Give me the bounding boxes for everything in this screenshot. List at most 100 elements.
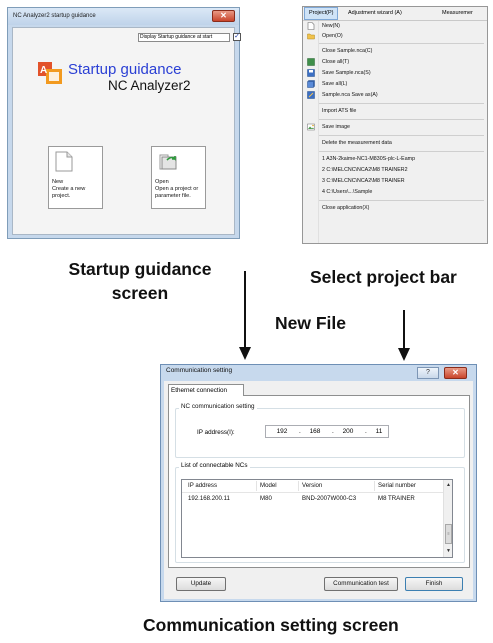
startup-body: Display Startup guidance at start ✓ A St… xyxy=(12,27,241,235)
new-tile-label: New xyxy=(52,179,64,185)
menu-item-delete-measurement[interactable]: Delete the measurement data xyxy=(303,138,487,148)
comm-body: Ethernet connection NC communication set… xyxy=(164,381,473,599)
tab-ethernet-connection[interactable]: Ethernet connection xyxy=(168,384,244,396)
column-version[interactable]: Version xyxy=(302,480,322,492)
menu-item-label: 3 C:\MELCNC\NCA2\M8 TRAINER xyxy=(322,178,405,184)
menu-item-label: Save Sample.nca(S) xyxy=(322,70,371,76)
help-button[interactable]: ? xyxy=(417,367,439,379)
menu-item-save-image[interactable]: Save image xyxy=(303,122,487,132)
cell-ip-address: 192.168.200.11 xyxy=(188,495,230,502)
svg-text:A: A xyxy=(40,65,47,76)
menu-item-label: 4 C:\Users\...\Sample xyxy=(322,189,373,195)
save-icon xyxy=(307,69,315,77)
ip-separator: . xyxy=(299,428,301,435)
caption-new-file: New File xyxy=(275,313,346,333)
menu-item-label: Import ATS file xyxy=(322,108,357,114)
nc-group-label: NC communication setting xyxy=(179,403,257,410)
arrow-down-icon xyxy=(239,271,251,360)
app-logo-icon: A xyxy=(38,62,62,84)
menu-separator xyxy=(319,151,484,152)
menu-item-label: Delete the measurement data xyxy=(322,140,392,146)
project-menu-screenshot: Project(P) Adjustment wizard (A) Measure… xyxy=(302,6,488,244)
menu-item-save-all[interactable]: Save all(L) xyxy=(303,79,487,89)
menu-item-label: Save all(L) xyxy=(322,81,348,87)
menu-item-open[interactable]: Open(O) xyxy=(303,31,487,41)
menu-item-import-ats[interactable]: Import ATS file xyxy=(303,106,487,116)
column-divider xyxy=(374,481,375,491)
ip-separator: . xyxy=(365,428,367,435)
scroll-thumb[interactable]: ≡ xyxy=(445,524,452,544)
update-button[interactable]: Update xyxy=(176,577,226,591)
scroll-down-icon[interactable]: ▼ xyxy=(446,548,451,554)
column-divider xyxy=(298,481,299,491)
close-icon[interactable]: ✕ xyxy=(212,10,235,22)
comm-window-title: Communication setting xyxy=(166,367,233,374)
menu-item-label: Save image xyxy=(322,124,350,130)
menubar-item-project[interactable]: Project(P) xyxy=(304,7,339,20)
ip-octet-1[interactable]: 192 xyxy=(271,426,293,437)
menu-item-label: 2 C:\MELCNC\NCA2\M8 TRAINER2 xyxy=(322,167,408,173)
menu-separator xyxy=(319,200,484,201)
communication-test-button[interactable]: Communication test xyxy=(324,577,398,591)
open-tile-label: Open xyxy=(155,179,169,185)
close-icon[interactable]: ✕ xyxy=(444,367,467,379)
menu-separator xyxy=(319,135,484,136)
table-row[interactable]: 192.168.200.11 M80 BND-2007W000-C3 M8 TR… xyxy=(182,493,444,505)
menubar-item-adjustment-wizard[interactable]: Adjustment wizard (A) xyxy=(348,7,402,20)
menubar-item-measurement[interactable]: Measuremer xyxy=(442,7,473,20)
menu-item-label: 1 A3N-2kaime-NC1-M830S-plc-L-Eamp xyxy=(322,156,416,162)
table-scrollbar[interactable]: ▲ ≡ ▼ xyxy=(443,480,452,557)
startup-titlebar: NC Analyzer2 startup guidance ✕ xyxy=(8,8,239,25)
close-all-icon xyxy=(307,58,315,66)
new-file-icon xyxy=(307,22,315,30)
scroll-up-icon[interactable]: ▲ xyxy=(446,482,451,488)
column-serial-number[interactable]: Serial number xyxy=(378,480,416,492)
menu-item-close-sample[interactable]: Close Sample.nca(C) xyxy=(303,46,487,56)
ip-address-label: IP address(I): xyxy=(197,429,235,436)
ip-octet-3[interactable]: 200 xyxy=(337,426,359,437)
menu-item-recent-3[interactable]: 3 C:\MELCNC\NCA2\M8 TRAINER xyxy=(303,176,487,186)
caption-startup-guidance: Startup guidance screen xyxy=(68,259,212,303)
open-folder-icon xyxy=(159,154,177,170)
menu-item-new[interactable]: New(N) xyxy=(303,21,487,31)
save-all-icon xyxy=(307,80,315,88)
connectable-nc-table[interactable]: IP address Model Version Serial number 1… xyxy=(181,479,453,558)
menu-item-label: Sample.nca Save as(A) xyxy=(322,92,378,98)
caption-communication-setting: Communication setting screen xyxy=(143,615,399,635)
ip-octet-4[interactable]: 11 xyxy=(368,426,390,437)
menu-item-close-all[interactable]: Close all(T) xyxy=(303,57,487,67)
ip-address-field[interactable]: 192 . 168 . 200 . 11 xyxy=(265,425,389,438)
cell-version: BND-2007W000-C3 xyxy=(302,495,357,502)
finish-button[interactable]: Finish xyxy=(405,577,463,591)
column-model[interactable]: Model xyxy=(260,480,277,492)
arrow-down-icon xyxy=(398,310,410,361)
save-as-icon xyxy=(307,91,315,99)
menu-item-recent-1[interactable]: 1 A3N-2kaime-NC1-M830S-plc-L-Eamp xyxy=(303,154,487,164)
open-project-tile[interactable]: Open Open a project or parameter file. xyxy=(151,146,206,209)
startup-heading: Startup guidance xyxy=(68,61,182,78)
menu-item-label: New(N) xyxy=(322,23,340,29)
column-divider xyxy=(256,481,257,491)
menu-item-close-application[interactable]: Close application(X) xyxy=(303,203,487,213)
menu-item-recent-4[interactable]: 4 C:\Users\...\Sample xyxy=(303,187,487,197)
menu-item-save-as[interactable]: Sample.nca Save as(A) xyxy=(303,90,487,100)
caption-select-project-bar: Select project bar xyxy=(310,267,457,287)
menubar: Project(P) Adjustment wizard (A) Measure… xyxy=(303,7,487,21)
ip-octet-2[interactable]: 168 xyxy=(304,426,326,437)
connectable-nc-label: List of connectable NCs xyxy=(179,462,250,469)
menu-item-label: Close application(X) xyxy=(322,205,370,211)
new-project-tile[interactable]: New Create a new project. xyxy=(48,146,103,209)
cell-serial-number: M8 TRAINER xyxy=(378,495,415,502)
tab-panel: NC communication setting IP address(I): … xyxy=(168,395,470,568)
column-ip-address[interactable]: IP address xyxy=(188,480,217,492)
menu-separator xyxy=(319,103,484,104)
menu-item-label: Close Sample.nca(C) xyxy=(322,48,373,54)
menu-item-recent-2[interactable]: 2 C:\MELCNC\NCA2\M8 TRAINER2 xyxy=(303,165,487,175)
menu-item-save-sample[interactable]: Save Sample.nca(S) xyxy=(303,68,487,78)
blank-document-icon xyxy=(55,151,73,172)
startup-window-title: NC Analyzer2 startup guidance xyxy=(13,13,96,19)
display-guidance-checkbox[interactable]: ✓ xyxy=(233,33,241,41)
ip-separator: . xyxy=(332,428,334,435)
menu-item-label: Open(O) xyxy=(322,33,343,39)
menu-item-label: Close all(T) xyxy=(322,59,350,65)
